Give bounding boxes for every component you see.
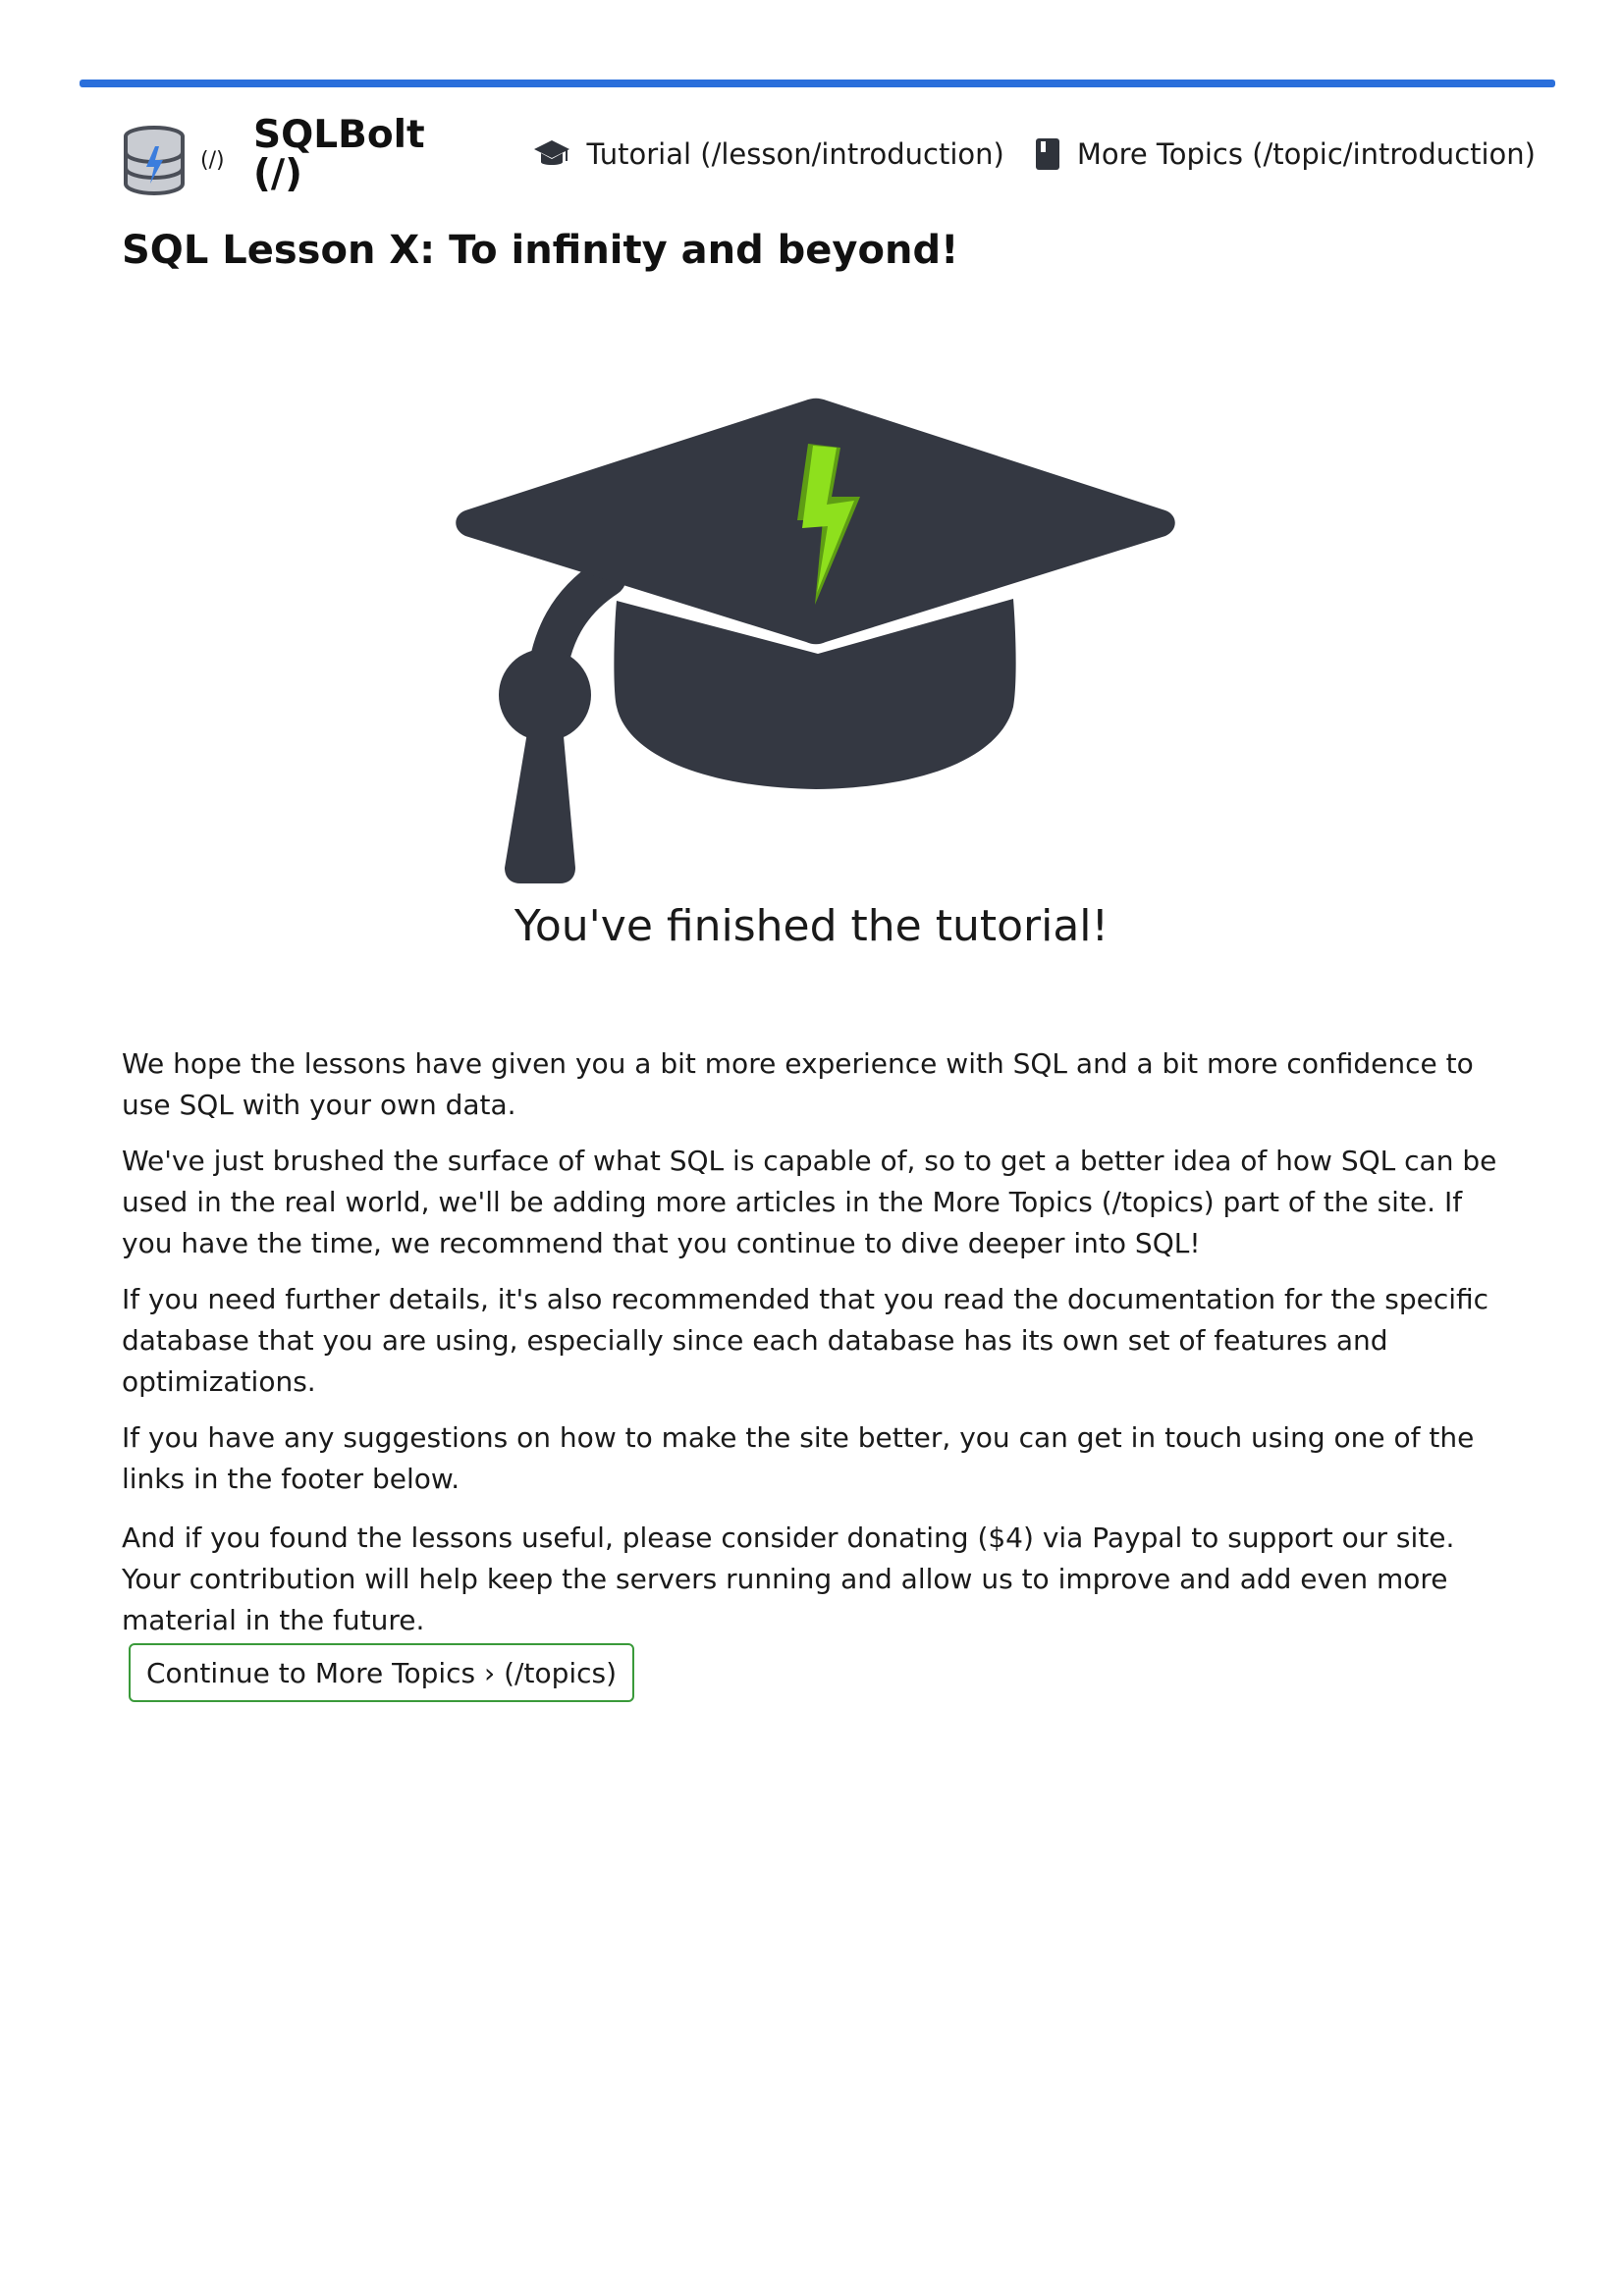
nav-tutorial-link[interactable]: Tutorial (/lesson/introduction)	[533, 137, 1004, 171]
graduation-cap-icon	[534, 140, 570, 165]
database-bolt-icon	[124, 126, 185, 195]
logo-link-label: (/)	[200, 147, 225, 173]
nav-tutorial-label: Tutorial (/lesson/introduction)	[586, 137, 1004, 171]
paragraph: And if you found the lessons useful, ple…	[122, 1522, 1455, 1636]
brand-link[interactable]: SQLBolt (/)	[253, 116, 425, 194]
paragraph: We've just brushed the surface of what S…	[122, 1145, 1497, 1259]
continue-more-topics-button[interactable]: Continue to More Topics › (/topics)	[129, 1643, 635, 1702]
page-title: SQL Lesson X: To infinity and beyond!	[122, 228, 959, 273]
completion-heading: You've finished the tutorial!	[514, 901, 1109, 951]
paragraph: If you need further details, it's also r…	[122, 1283, 1489, 1398]
main-nav: Tutorial (/lesson/introduction) More Top…	[533, 137, 1536, 171]
accent-bar	[80, 80, 1555, 87]
nav-more-topics-link[interactable]: More Topics (/topic/introduction)	[1034, 137, 1536, 171]
paragraph: If you have any suggestions on how to ma…	[122, 1421, 1475, 1495]
lesson-content: We hope the lessons have given you a bit…	[122, 1043, 1506, 1656]
logo-link[interactable]: (/)	[122, 125, 225, 195]
book-icon	[1035, 138, 1059, 170]
nav-more-topics-label: More Topics (/topic/introduction)	[1076, 137, 1536, 171]
paragraph: We hope the lessons have given you a bit…	[122, 1047, 1474, 1121]
graduation-cap-bolt-icon	[456, 398, 1175, 883]
site-header: (/) SQLBolt (/) Tutorial (/lesson/introd…	[122, 116, 1536, 198]
